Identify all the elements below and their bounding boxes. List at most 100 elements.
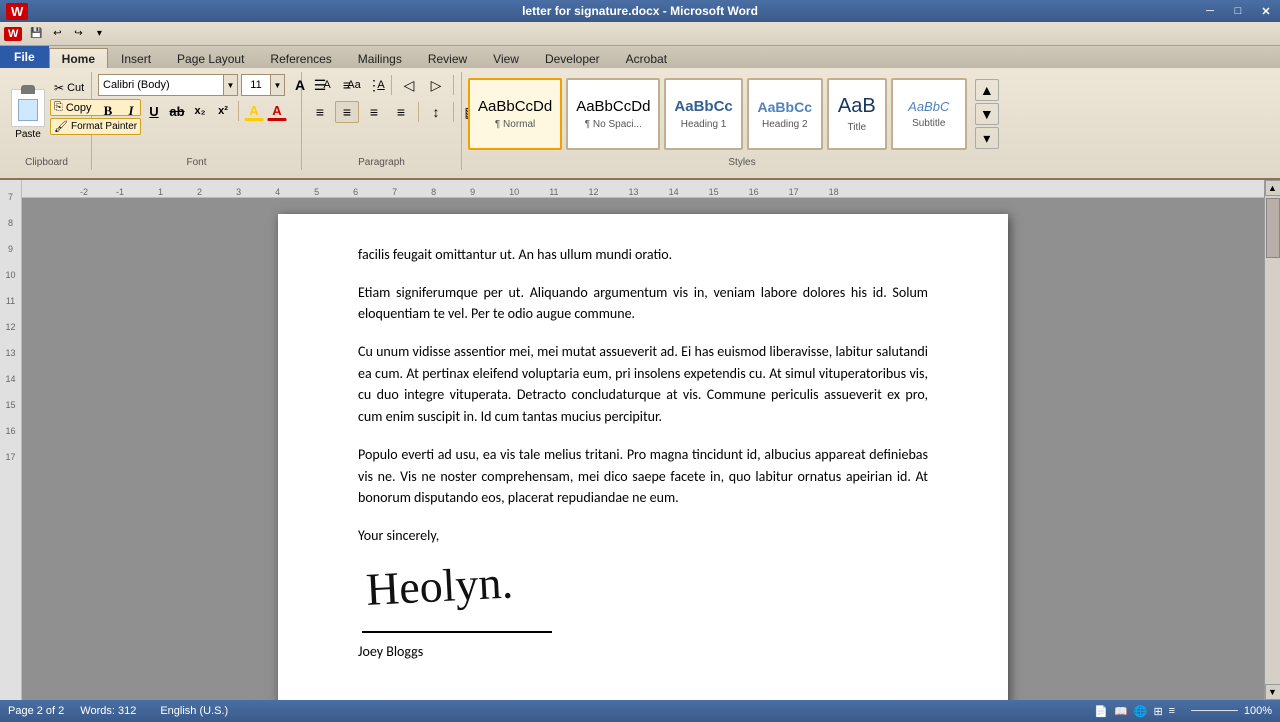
view-web-btn[interactable]: 🌐	[1134, 705, 1148, 718]
word-icon: W	[4, 27, 22, 41]
font-color-button[interactable]: A	[267, 101, 287, 121]
redo-quick-btn[interactable]: ↪	[68, 25, 88, 43]
strikethrough-button[interactable]: ab	[167, 101, 187, 121]
vertical-ruler: 7 8 9 10 11 12 13 14 15 16 17	[0, 180, 22, 700]
tab-developer[interactable]: Developer	[532, 48, 613, 68]
para-sep2	[453, 75, 454, 95]
tab-references[interactable]: References	[257, 48, 344, 68]
style-heading2-name: Heading 2	[762, 119, 808, 130]
highlight-color-button[interactable]: A	[244, 101, 264, 121]
style-normal-preview: AaBbCcDd	[478, 98, 552, 115]
language-info: English (U.S.)	[160, 705, 228, 717]
numbering-button[interactable]: ≡	[335, 74, 359, 96]
signature-area: Heolyn. Joey Bloggs	[358, 567, 928, 663]
superscript-button[interactable]: x²	[213, 101, 233, 121]
style-subtitle[interactable]: AaBbC Subtitle	[891, 78, 967, 150]
scroll-thumb[interactable]	[1266, 198, 1280, 258]
minimize-button[interactable]: ─	[1196, 0, 1224, 22]
tab-mailings[interactable]: Mailings	[345, 48, 415, 68]
multilevel-button[interactable]: ⋮	[362, 74, 386, 96]
style-subtitle-name: Subtitle	[912, 118, 945, 129]
zoom-level: 100%	[1244, 705, 1272, 718]
style-title[interactable]: AaB Title	[827, 78, 887, 150]
horizontal-ruler: -2 -1 1 2 3 4 5 6 7 8 9 10 11 12 13 14 1…	[22, 180, 1264, 198]
paragraph-3[interactable]: Cu unum vidisse assentior mei, mei mutat…	[358, 341, 928, 428]
page-canvas: facilis feugait omittantur ut. An has ul…	[22, 198, 1264, 700]
zoom-slider[interactable]: ──────	[1191, 705, 1238, 718]
font-name-display[interactable]: Calibri (Body)	[99, 79, 223, 91]
tab-file[interactable]: File	[0, 46, 49, 68]
styles-scroll-up[interactable]: ▲	[975, 79, 999, 101]
tab-home[interactable]: Home	[49, 48, 108, 68]
font-group: Calibri (Body) ▼ 11 ▼ A A Aa A B I	[92, 72, 302, 170]
style-heading1-preview: AaBbCc	[674, 98, 732, 115]
justify-button[interactable]: ≡	[389, 101, 413, 123]
ribbon: File Home Insert Page Layout References …	[0, 46, 1280, 180]
italic-button[interactable]: I	[121, 101, 141, 121]
quick-access-toolbar: W 💾 ↩ ↪ ▾	[0, 22, 1280, 46]
closing-text[interactable]: Your sincerely,	[358, 525, 928, 547]
font-size-display[interactable]: 11	[242, 79, 270, 91]
align-right-button[interactable]: ≡	[362, 101, 386, 123]
font-dropdown-arrow[interactable]: ▼	[223, 75, 237, 95]
signer-name: Joey Bloggs	[358, 641, 928, 663]
tab-acrobat[interactable]: Acrobat	[613, 48, 680, 68]
underline-button[interactable]: U	[144, 101, 164, 121]
style-no-spacing[interactable]: AaBbCcDd ¶ No Spaci...	[566, 78, 660, 150]
styles-scroll-down[interactable]: ▼	[975, 103, 999, 125]
line-spacing-button[interactable]: ↕	[424, 101, 448, 123]
tab-page-layout[interactable]: Page Layout	[164, 48, 257, 68]
view-print-btn[interactable]: 📄	[1094, 705, 1108, 718]
paste-label: Paste	[15, 129, 41, 140]
style-heading1-name: Heading 1	[681, 119, 727, 130]
clipboard-label: Clipboard	[2, 157, 91, 168]
view-outline-btn[interactable]: ⊞	[1153, 705, 1162, 718]
decrease-indent-button[interactable]: ◁	[397, 74, 421, 96]
maximize-button[interactable]: □	[1224, 0, 1252, 22]
close-button[interactable]: ✕	[1252, 0, 1280, 22]
style-heading1[interactable]: AaBbCc Heading 1	[664, 78, 742, 150]
style-heading2[interactable]: AaBbCc Heading 2	[747, 78, 823, 150]
paint-brush-icon: 🖌	[54, 120, 68, 133]
paragraph-1[interactable]: facilis feugait omittantur ut. An has ul…	[358, 244, 928, 266]
paragraph-2[interactable]: Etiam signiferumque per ut. Aliquando ar…	[358, 282, 928, 325]
save-quick-btn[interactable]: 💾	[26, 25, 46, 43]
status-bar: Page 2 of 2 Words: 312 English (U.S.) 📄 …	[0, 700, 1280, 722]
bold-button[interactable]: B	[98, 101, 118, 121]
style-heading2-preview: AaBbCc	[758, 99, 812, 115]
style-no-spacing-preview: AaBbCcDd	[576, 98, 650, 115]
scroll-down-button[interactable]: ▼	[1265, 684, 1280, 700]
tab-insert[interactable]: Insert	[108, 48, 164, 68]
align-center-button[interactable]: ≡	[335, 101, 359, 123]
format-separator	[238, 101, 239, 121]
undo-quick-btn[interactable]: ↩	[47, 25, 67, 43]
ribbon-tabs: File Home Insert Page Layout References …	[0, 46, 1280, 68]
para-sep3	[418, 102, 419, 122]
font-label: Font	[92, 157, 301, 168]
page-info: Page 2 of 2	[8, 705, 64, 717]
styles-more[interactable]: ▾	[975, 127, 999, 149]
para-sep1	[391, 75, 392, 95]
para-sep4	[453, 102, 454, 122]
quick-access-dropdown[interactable]: ▾	[89, 25, 109, 43]
scroll-up-button[interactable]: ▲	[1265, 180, 1280, 196]
tab-view[interactable]: View	[480, 48, 532, 68]
align-left-button[interactable]: ≡	[308, 101, 332, 123]
subscript-button[interactable]: x₂	[190, 101, 210, 121]
bullets-button[interactable]: ☰	[308, 74, 332, 96]
paragraph-4[interactable]: Populo everti ad usu, ea vis tale melius…	[358, 444, 928, 509]
signature-line	[362, 631, 552, 633]
tab-review[interactable]: Review	[415, 48, 480, 68]
view-fullread-btn[interactable]: 📖	[1114, 705, 1128, 718]
signature-script: Heolyn.	[365, 559, 515, 627]
style-normal[interactable]: AaBbCcDd ¶ Normal	[468, 78, 562, 150]
paste-button[interactable]: Paste	[8, 74, 48, 154]
size-dropdown-arrow[interactable]: ▼	[270, 75, 284, 95]
word-page[interactable]: facilis feugait omittantur ut. An has ul…	[278, 214, 1008, 700]
increase-indent-button[interactable]: ▷	[424, 74, 448, 96]
vertical-scrollbar[interactable]: ▲ ▼	[1264, 180, 1280, 700]
view-controls: 📄 📖 🌐 ⊞ ≡ ────── 100%	[1094, 705, 1272, 718]
word-count: Words: 312	[80, 705, 136, 717]
view-draft-btn[interactable]: ≡	[1169, 705, 1175, 718]
styles-label: Styles	[462, 157, 1022, 168]
